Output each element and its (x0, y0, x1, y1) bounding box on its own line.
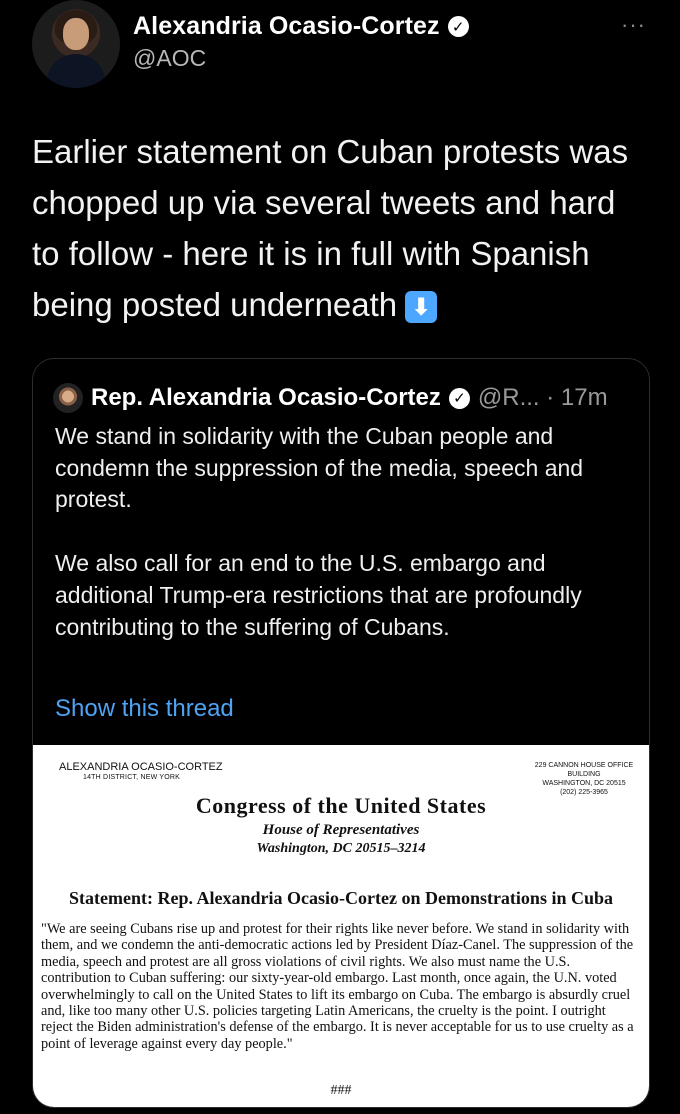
letterhead-name: ALEXANDRIA OCASIO-CORTEZ (59, 761, 223, 773)
letterhead-left: ALEXANDRIA OCASIO-CORTEZ 14TH DISTRICT, … (59, 761, 223, 782)
avatar-body (46, 54, 106, 88)
author-name[interactable]: Alexandria Ocasio-Cortez (133, 12, 440, 41)
profile-avatar[interactable] (32, 0, 120, 88)
letterhead-district: 14TH DISTRICT, NEW YORK (83, 774, 181, 781)
statement-body: "We are seeing Cubans rise up and protes… (41, 921, 634, 1052)
office-line-1: 229 CANNON HOUSE OFFICE BUILDING (534, 762, 634, 778)
statement-end-mark: ### (330, 1083, 352, 1098)
quoted-author-avatar[interactable] (53, 383, 83, 413)
congress-title: Congress of the United States (195, 793, 487, 818)
show-thread-link[interactable]: Show this thread (55, 695, 234, 723)
quoted-author-name[interactable]: Rep. Alexandria Ocasio-Cortez (91, 384, 441, 412)
office-line-2: WASHINGTON, DC 20515 (542, 780, 626, 787)
tweet-header: Alexandria Ocasio-Cortez ✓ @AOC ··· (0, 0, 680, 100)
letterhead-right: 229 CANNON HOUSE OFFICE BUILDING WASHING… (528, 761, 640, 797)
tweet-body: Earlier statement on Cuban protests was … (32, 133, 629, 323)
down-arrow-emoji-icon: ⬇ (405, 291, 438, 324)
quoted-paragraph-1: We stand in solidarity with the Cuban pe… (55, 423, 584, 513)
quoted-tweet-text: We stand in solidarity with the Cuban pe… (55, 421, 630, 643)
house-title: House of Representatives (262, 822, 420, 838)
avatar-face (63, 18, 89, 50)
more-options-icon[interactable]: ··· (621, 12, 646, 38)
quoted-handle-time: @R... · 17m (477, 384, 608, 411)
quoted-tweet-card[interactable]: Rep. Alexandria Ocasio-Cortez ✓ @R... · … (32, 358, 650, 1108)
tweet-text: Earlier statement on Cuban protests was … (32, 126, 652, 330)
verified-badge-icon: ✓ (447, 16, 469, 37)
statement-heading: Statement: Rep. Alexandria Ocasio-Cortez… (69, 888, 613, 908)
author-name-row[interactable]: Alexandria Ocasio-Cortez ✓ (133, 12, 469, 41)
quoted-verified-badge-icon: ✓ (448, 387, 470, 409)
statement-image[interactable]: ALEXANDRIA OCASIO-CORTEZ 14TH DISTRICT, … (33, 745, 649, 1107)
washington-address: Washington, DC 20515–3214 (256, 841, 426, 856)
author-handle[interactable]: @AOC (133, 45, 206, 72)
quoted-tweet-header: Rep. Alexandria Ocasio-Cortez ✓ @R... · … (53, 383, 608, 413)
quoted-paragraph-2: We also call for an end to the U.S. emba… (55, 550, 582, 640)
